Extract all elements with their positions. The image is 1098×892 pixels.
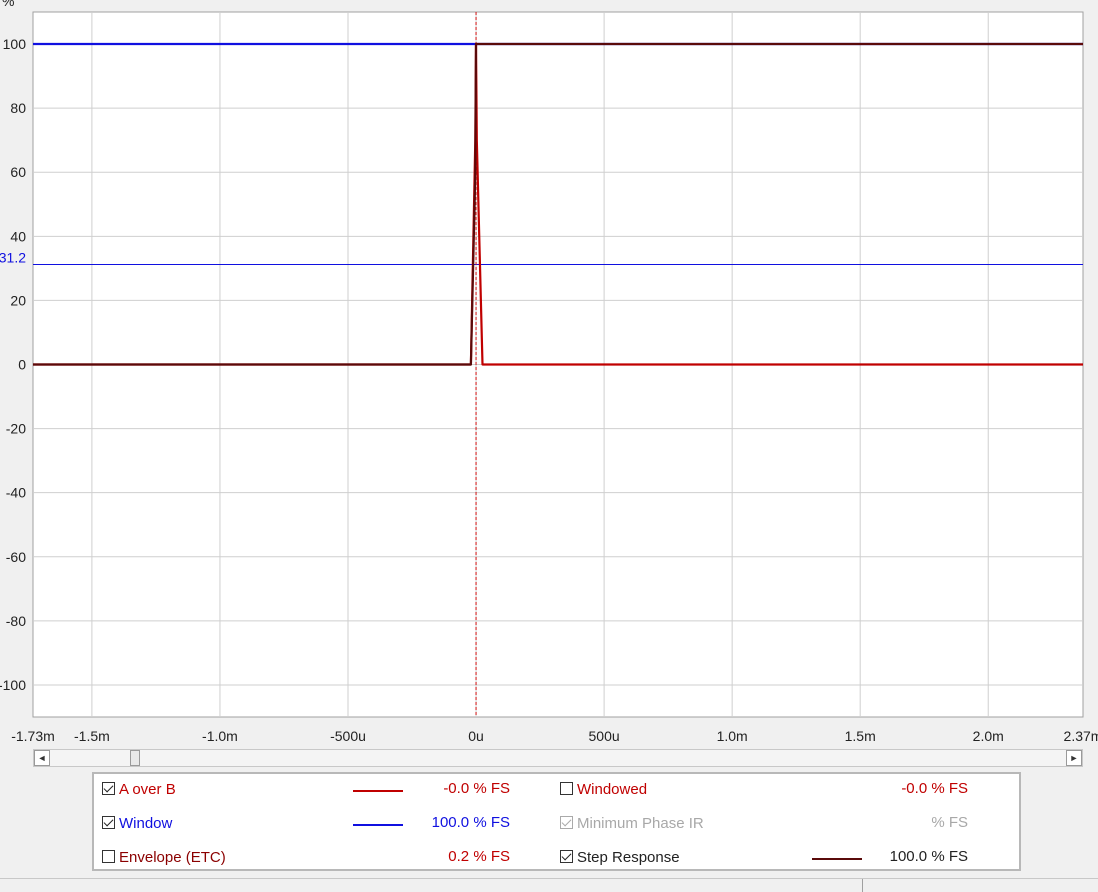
horizontal-scrollbar[interactable]: ◄ ► xyxy=(33,749,1083,767)
y-tick-label: 80 xyxy=(10,100,26,116)
legend-label: Minimum Phase IR xyxy=(577,815,704,832)
legend-row-window[interactable]: Window xyxy=(102,814,172,834)
scroll-left-arrow-icon[interactable]: ◄ xyxy=(34,750,50,766)
legend-label: Windowed xyxy=(577,781,648,798)
status-separator xyxy=(862,879,863,892)
checkbox-a-over-b[interactable] xyxy=(102,782,115,795)
x-tick-label: 2.37m xyxy=(1064,728,1098,744)
legend-row-minimum-phase-ir: Minimum Phase IR xyxy=(560,814,704,834)
legend-row-envelope[interactable]: Envelope (ETC) xyxy=(102,848,226,868)
y-tick-label: 60 xyxy=(10,164,26,180)
legend-panel: A over B -0.0 % FS Window 100.0 % FS Env… xyxy=(92,772,1021,871)
x-tick-label: 1.5m xyxy=(845,728,876,744)
y-tick-label: 20 xyxy=(10,292,26,308)
y-tick-label: 100 xyxy=(3,36,27,52)
legend-value: 100.0 % FS xyxy=(889,848,968,865)
scroll-right-arrow-icon[interactable]: ► xyxy=(1066,750,1082,766)
y-tick-label: -60 xyxy=(6,549,26,565)
legend-value: -0.0 % FS xyxy=(901,780,968,797)
legend-label: Window xyxy=(119,815,173,832)
legend-row-a-over-b[interactable]: A over B xyxy=(102,780,176,800)
marker-label: 31.2 xyxy=(0,250,26,266)
checkbox-step-response[interactable] xyxy=(560,850,573,863)
y-tick-label: -40 xyxy=(6,485,26,501)
x-tick-label: -500u xyxy=(330,728,366,744)
legend-value: % FS xyxy=(931,814,968,831)
checkbox-minimum-phase-ir xyxy=(560,816,573,829)
x-tick-label: -1.0m xyxy=(202,728,238,744)
x-tick-label: 1.0m xyxy=(717,728,748,744)
legend-label: Envelope (ETC) xyxy=(119,849,226,866)
checkbox-windowed[interactable] xyxy=(560,782,573,795)
impulse-response-chart[interactable]: -1.73m -1.5m -1.0m -500u 0u 500u 1.0m 1.5m 2.0m 2… xyxy=(0,0,1098,748)
y-tick-label: -20 xyxy=(6,421,26,437)
scroll-thumb[interactable] xyxy=(130,750,140,766)
x-tick-label: 500u xyxy=(589,728,620,744)
legend-row-step-response[interactable]: Step Response xyxy=(560,848,680,868)
x-tick-label: -1.73m xyxy=(11,728,55,744)
legend-label: A over B xyxy=(119,781,176,798)
y-unit-label: % xyxy=(2,0,14,9)
x-tick-label: 2.0m xyxy=(973,728,1004,744)
legend-label: Step Response xyxy=(577,849,680,866)
y-tick-label: 40 xyxy=(10,228,26,244)
y-tick-label: 0 xyxy=(18,357,26,373)
legend-row-windowed[interactable]: Windowed xyxy=(560,780,647,800)
y-tick-label: -100 xyxy=(0,677,26,693)
x-tick-label: 0u xyxy=(468,728,484,744)
checkbox-envelope[interactable] xyxy=(102,850,115,863)
legend-value: 100.0 % FS xyxy=(431,814,510,831)
legend-value: -0.0 % FS xyxy=(443,780,510,797)
x-tick-label: -1.5m xyxy=(74,728,110,744)
checkbox-window[interactable] xyxy=(102,816,115,829)
y-tick-label: -80 xyxy=(6,613,26,629)
status-bar xyxy=(0,878,1098,892)
legend-value: 0.2 % FS xyxy=(448,848,510,865)
